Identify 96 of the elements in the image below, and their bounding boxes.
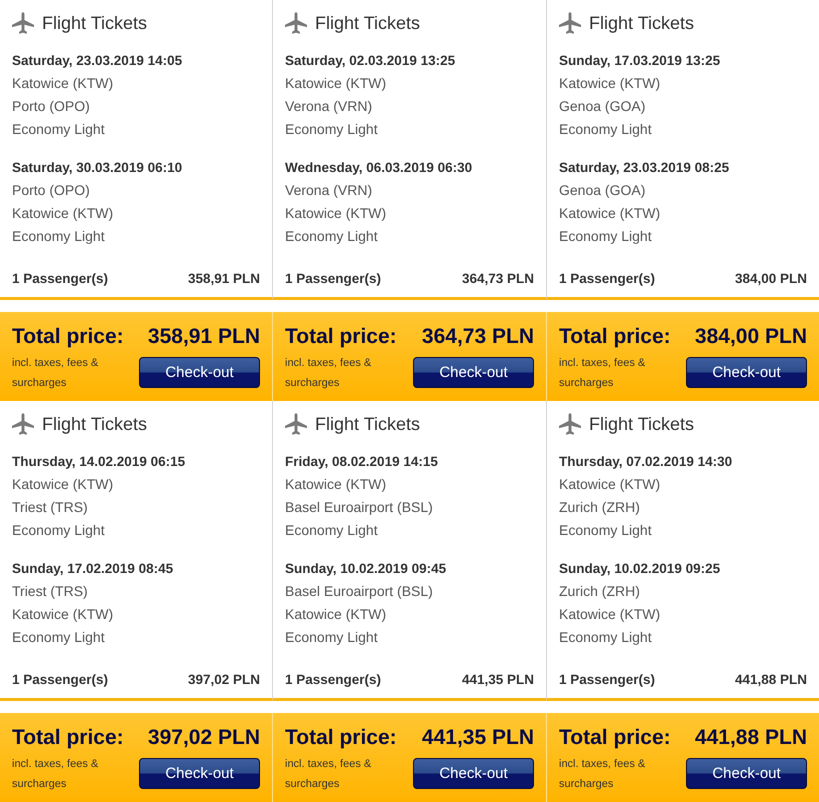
subtotal-price: 358,91 PLN — [188, 270, 260, 288]
passenger-count: 1 Passenger(s) — [12, 671, 108, 689]
fare-class: Economy Light — [285, 521, 378, 540]
total-label: Total price: — [12, 324, 124, 350]
airplane-icon — [285, 12, 307, 34]
airport-name: Katowice (KTW) — [285, 475, 386, 494]
fare-class: Economy Light — [12, 521, 105, 540]
card-title: Flight Tickets — [589, 12, 694, 35]
airplane-icon — [12, 413, 34, 435]
card-title: Flight Tickets — [589, 413, 694, 436]
passenger-count: 1 Passenger(s) — [12, 270, 108, 288]
airport-name: Katowice (KTW) — [559, 605, 660, 624]
tax-note: incl. taxes, fees & surcharges — [285, 356, 372, 391]
flight-date: Wednesday, 06.03.2019 06:30 — [285, 159, 472, 177]
airport-name: Katowice (KTW) — [285, 605, 386, 624]
fare-class: Economy Light — [559, 120, 652, 139]
subtotal-price: 397,02 PLN — [188, 671, 260, 689]
passenger-count: 1 Passenger(s) — [285, 270, 382, 288]
tax-note: incl. taxes, fees & surcharges — [559, 356, 646, 391]
airport-name: Katowice (KTW) — [12, 204, 114, 223]
total-price: 397,02 PLN — [148, 725, 260, 751]
checkout-button[interactable]: Check-out — [686, 758, 807, 789]
total-label: Total price: — [285, 725, 397, 751]
flight-date: Sunday, 10.02.2019 09:25 — [559, 560, 720, 578]
airport-name: Triest (TRS) — [12, 498, 88, 517]
total-price: 384,00 PLN — [694, 324, 807, 350]
card-title: Flight Tickets — [42, 413, 148, 436]
flight-date: Sunday, 17.02.2019 08:45 — [12, 560, 174, 578]
passenger-count: 1 Passenger(s) — [285, 671, 382, 689]
total-label: Total price: — [12, 725, 124, 751]
airport-name: Porto (OPO) — [12, 97, 90, 116]
subtotal-price: 441,88 PLN — [734, 671, 807, 689]
checkout-button[interactable]: Check-out — [413, 357, 534, 388]
airplane-icon — [285, 413, 307, 435]
checkout-button[interactable]: Check-out — [139, 357, 260, 388]
total-price: 364,73 PLN — [422, 324, 534, 350]
tax-note: incl. taxes, fees & surcharges — [12, 356, 100, 391]
airport-name: Katowice (KTW) — [12, 74, 114, 93]
subtotal-price: 364,73 PLN — [462, 270, 534, 288]
airplane-icon — [12, 12, 34, 34]
airport-name: Verona (VRN) — [285, 181, 372, 200]
checkout-button[interactable]: Check-out — [139, 758, 260, 789]
fare-class: Economy Light — [285, 120, 378, 139]
checkout-button[interactable]: Check-out — [686, 357, 807, 388]
flight-date: Thursday, 14.02.2019 06:15 — [12, 453, 186, 471]
flight-date: Sunday, 10.02.2019 09:45 — [285, 560, 446, 578]
airport-name: Zurich (ZRH) — [559, 582, 640, 601]
airport-name: Katowice (KTW) — [559, 74, 660, 93]
airport-name: Genoa (GOA) — [559, 97, 646, 116]
fare-class: Economy Light — [12, 227, 105, 246]
total-label: Total price: — [559, 725, 671, 751]
card-title: Flight Tickets — [42, 12, 148, 35]
passenger-count: 1 Passenger(s) — [559, 270, 656, 288]
tax-note: incl. taxes, fees & surcharges — [559, 757, 646, 792]
fare-class: Economy Light — [285, 628, 378, 647]
tax-note: incl. taxes, fees & surcharges — [12, 757, 100, 792]
airport-name: Katowice (KTW) — [12, 605, 114, 624]
fare-class: Economy Light — [559, 628, 652, 647]
tax-note: incl. taxes, fees & surcharges — [285, 757, 372, 792]
card-title: Flight Tickets — [315, 12, 420, 35]
passenger-count: 1 Passenger(s) — [559, 671, 656, 689]
airport-name: Genoa (GOA) — [559, 181, 646, 200]
airport-name: Verona (VRN) — [285, 97, 372, 116]
total-price: 441,88 PLN — [694, 725, 807, 751]
card-title: Flight Tickets — [315, 413, 420, 436]
airport-name: Katowice (KTW) — [285, 74, 386, 93]
flight-date: Saturday, 23.03.2019 08:25 — [559, 159, 730, 177]
total-label: Total price: — [285, 324, 397, 350]
fare-class: Economy Light — [12, 628, 105, 647]
flight-date: Saturday, 02.03.2019 13:25 — [285, 52, 456, 70]
airport-name: Triest (TRS) — [12, 582, 88, 601]
total-price: 441,35 PLN — [422, 725, 534, 751]
airport-name: Katowice (KTW) — [285, 204, 386, 223]
airport-name: Basel Euroairport (BSL) — [285, 582, 433, 601]
airport-name: Basel Euroairport (BSL) — [285, 498, 433, 517]
airport-name: Katowice (KTW) — [559, 204, 660, 223]
total-label: Total price: — [559, 324, 671, 350]
flight-date: Friday, 08.02.2019 14:15 — [285, 453, 438, 471]
airport-name: Porto (OPO) — [12, 181, 90, 200]
flight-date: Sunday, 17.03.2019 13:25 — [559, 52, 720, 70]
fare-class: Economy Light — [285, 227, 378, 246]
flight-date: Thursday, 07.02.2019 14:30 — [559, 453, 732, 471]
flight-date: Saturday, 30.03.2019 06:10 — [12, 159, 182, 177]
airplane-icon — [559, 413, 581, 435]
fare-class: Economy Light — [12, 120, 105, 139]
total-price: 358,91 PLN — [148, 324, 260, 350]
airport-name: Zurich (ZRH) — [559, 498, 640, 517]
subtotal-price: 441,35 PLN — [462, 671, 534, 689]
airport-name: Katowice (KTW) — [559, 475, 660, 494]
fare-class: Economy Light — [559, 227, 652, 246]
flight-date: Saturday, 23.03.2019 14:05 — [12, 52, 182, 70]
checkout-button[interactable]: Check-out — [413, 758, 534, 789]
subtotal-price: 384,00 PLN — [734, 270, 807, 288]
airport-name: Katowice (KTW) — [12, 475, 114, 494]
airplane-icon — [559, 12, 581, 34]
fare-class: Economy Light — [559, 521, 652, 540]
